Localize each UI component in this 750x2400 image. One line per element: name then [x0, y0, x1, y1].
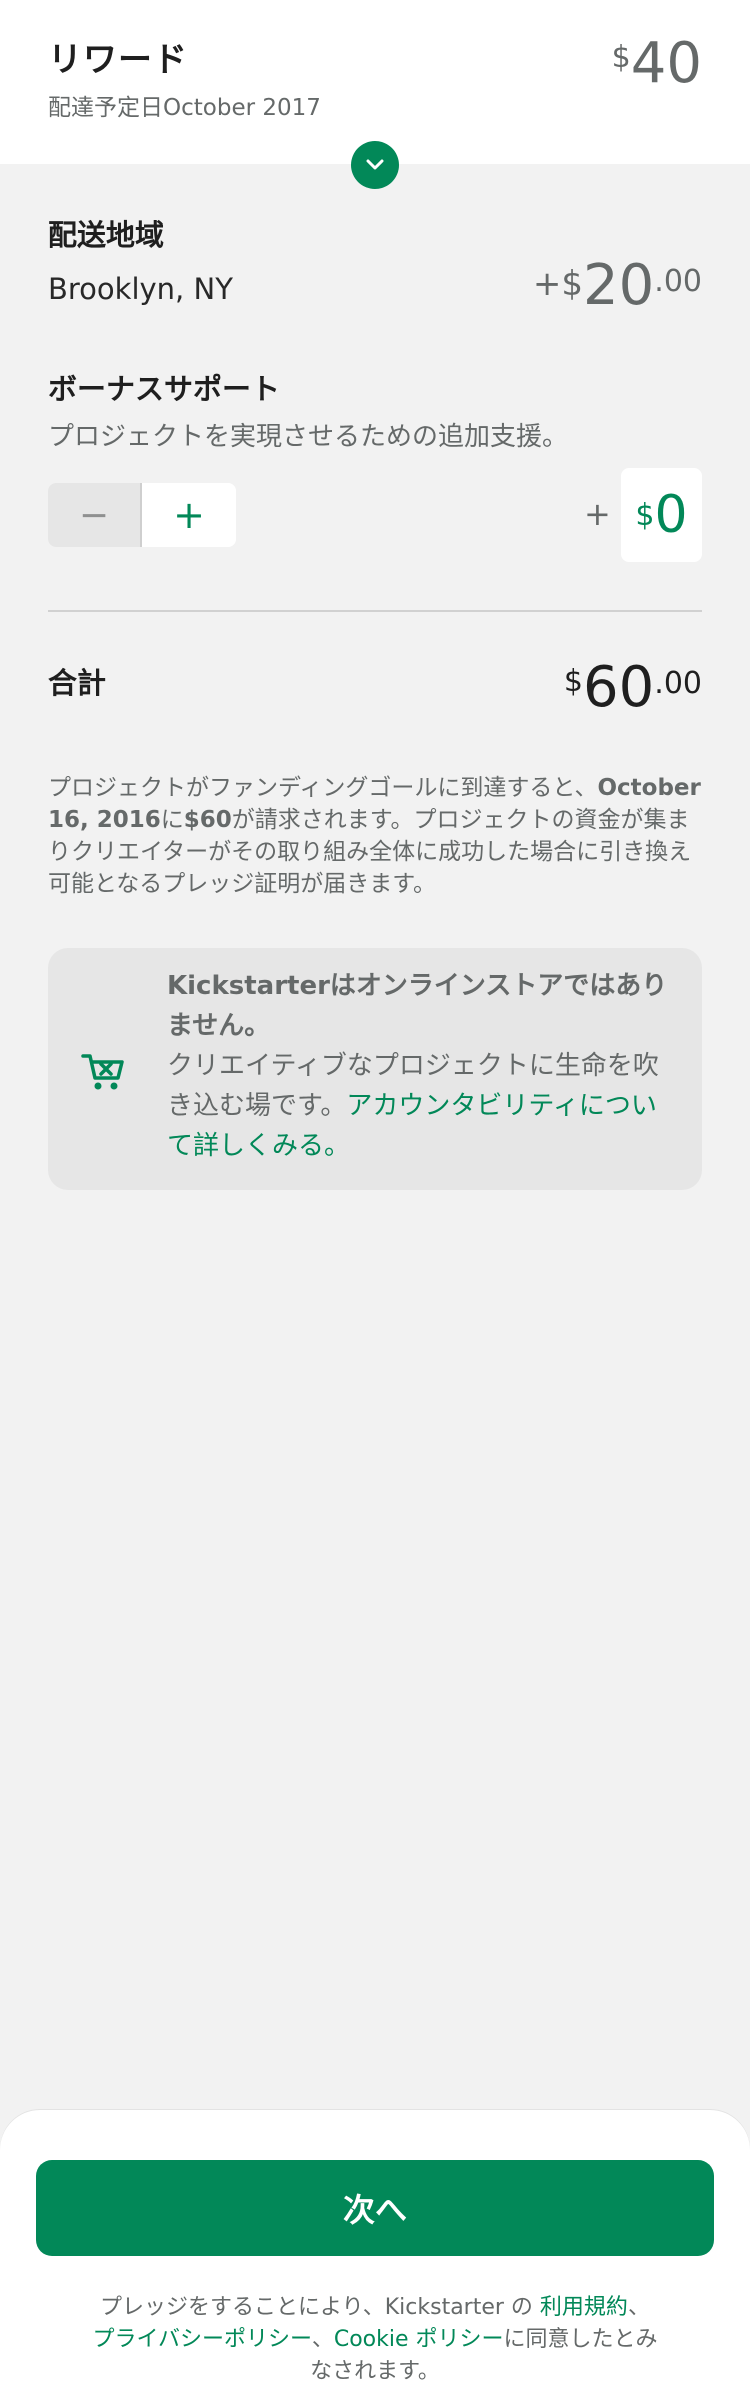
- total-amount: 60: [583, 655, 655, 720]
- shipping-location[interactable]: Brooklyn, NY: [48, 272, 233, 306]
- accountability-info-box: Kickstarterはオンラインストアではありません。 クリエイティブなプロジェ…: [48, 948, 702, 1190]
- terms-text: プレッジをすることにより、Kickstarter の 利用規約、プライバシーポリ…: [90, 2292, 660, 2388]
- shipping-price: +$20.00: [533, 258, 702, 314]
- info-heading: Kickstarterはオンラインストアではありません。: [167, 971, 668, 1041]
- decrement-button[interactable]: −: [48, 483, 142, 547]
- bonus-currency: $: [635, 497, 655, 533]
- footer-panel: 次へ プレッジをすることにより、Kickstarter の 利用規約、プライバシ…: [0, 2110, 750, 2400]
- terms-sep: 、: [627, 2295, 650, 2320]
- bonus-amount: 0: [654, 485, 688, 545]
- bonus-plus-sign: +: [584, 495, 611, 533]
- increment-button[interactable]: +: [142, 483, 236, 547]
- terms-of-use-link[interactable]: 利用規約: [540, 2295, 628, 2320]
- bonus-stepper: − +: [48, 483, 236, 547]
- reward-price: $40: [612, 36, 702, 92]
- cart-icon: [81, 1054, 124, 1090]
- note-amount: $60: [183, 807, 232, 833]
- bonus-amount-input[interactable]: $0: [621, 468, 702, 562]
- total-currency: $: [563, 664, 584, 699]
- reward-header: リワード 配達予定日October 2017 $40: [0, 0, 750, 164]
- chevron-down-icon: [366, 159, 384, 170]
- shipping-amount: 20: [583, 253, 655, 318]
- collapse-toggle[interactable]: [351, 141, 399, 189]
- bonus-description: プロジェクトを実現させるための追加支援。: [48, 422, 569, 452]
- charge-note: プロジェクトがファンディングゴールに到達すると、October 16, 2016…: [48, 772, 708, 900]
- terms-pre: プレッジをすることにより、Kickstarter の: [100, 2295, 540, 2320]
- total-cents: .00: [654, 666, 702, 701]
- privacy-policy-link[interactable]: プライバシーポリシー: [92, 2327, 311, 2352]
- reward-amount: 40: [630, 31, 702, 96]
- next-button[interactable]: 次へ: [36, 2160, 714, 2256]
- note-part2: に: [160, 807, 184, 833]
- total-price: $60.00: [564, 660, 702, 716]
- note-part1: プロジェクトがファンディングゴールに到達すると、: [48, 775, 598, 801]
- info-text: Kickstarterはオンラインストアではありません。 クリエイティブなプロジェ…: [167, 966, 677, 1166]
- cookie-policy-link[interactable]: Cookie ポリシー: [334, 2327, 504, 2352]
- terms-sep2: 、: [311, 2327, 334, 2352]
- divider: [48, 610, 702, 612]
- total-label: 合計: [48, 666, 107, 700]
- shipping-prefix: +$: [532, 264, 584, 304]
- shipping-label: 配送地域: [48, 218, 165, 252]
- reward-title: リワード: [48, 40, 188, 80]
- reward-currency: $: [611, 40, 631, 75]
- reward-delivery-date: 配達予定日October 2017: [48, 95, 321, 121]
- bonus-label: ボーナスサポート: [48, 372, 281, 406]
- shipping-cents: .00: [654, 264, 702, 299]
